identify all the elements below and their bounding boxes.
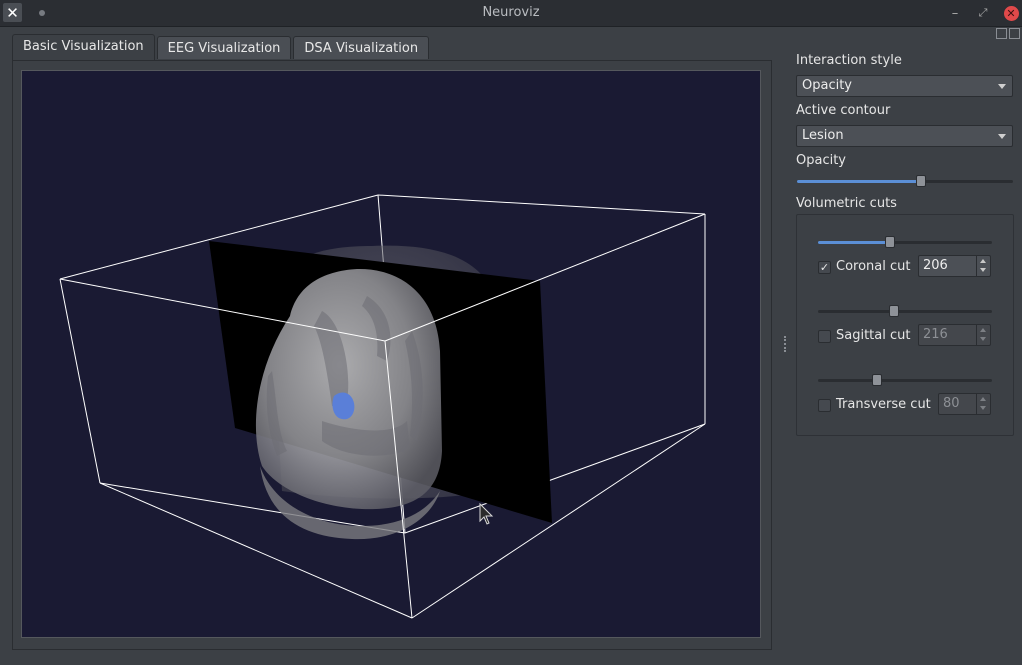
spin-up-icon[interactable] [980,259,986,263]
coronal-cut-checkbox[interactable]: ✓ [818,261,831,274]
chevron-down-icon [998,84,1006,89]
splitter-handle[interactable] [784,336,788,352]
tab-basic-visualization[interactable]: Basic Visualization [12,34,155,60]
maximize-button[interactable]: ⤢ [974,4,992,22]
title-bar: ✕ Neuroviz – ⤢ ✕ [0,0,1022,27]
active-contour-value: Lesion [802,128,844,143]
volume-render [59,194,706,619]
sagittal-cut-slider[interactable] [818,304,992,318]
transverse-cut-spinbox[interactable]: 80 [938,393,991,415]
volumetric-cuts-label: Volumetric cuts [796,196,897,211]
transverse-cut-value: 80 [943,396,960,411]
slider-handle[interactable] [889,305,899,317]
dock-float-icon[interactable] [996,28,1007,39]
dock-controls [996,28,1020,39]
slider-handle[interactable] [885,236,895,248]
active-contour-select[interactable]: Lesion [796,125,1013,147]
tab-bar: Basic Visualization EEG Visualization DS… [12,34,431,60]
interaction-style-label: Interaction style [796,53,902,68]
transverse-cut-label: Transverse cut [836,397,931,412]
coronal-cut-label: Coronal cut [836,259,911,274]
slider-handle[interactable] [872,374,882,386]
window-title: Neuroviz [482,5,540,20]
volumetric-cuts-group: ✓ Coronal cut 206 Sagittal cut 216 Trans… [796,214,1014,436]
spin-down-icon[interactable] [980,337,986,341]
sagittal-cut-checkbox[interactable] [818,330,831,343]
spin-up-icon[interactable] [980,328,986,332]
render-viewport[interactable] [21,70,761,638]
sagittal-cut-spinbox[interactable]: 216 [918,324,991,346]
opacity-slider[interactable] [797,174,1013,188]
spin-up-icon[interactable] [980,397,986,401]
interaction-style-select[interactable]: Opacity [796,75,1013,97]
spin-down-icon[interactable] [980,406,986,410]
sagittal-cut-value: 216 [923,327,948,342]
coronal-cut-value: 206 [923,258,948,273]
interaction-style-value: Opacity [802,78,853,93]
close-button[interactable]: ✕ [1002,4,1020,22]
coronal-cut-spinbox[interactable]: 206 [918,255,991,277]
close-icon: ✕ [1003,5,1019,21]
chevron-down-icon [998,134,1006,139]
mouse-cursor-icon [479,503,494,525]
tab-eeg-visualization[interactable]: EEG Visualization [156,36,292,59]
tab-dsa-visualization[interactable]: DSA Visualization [293,36,430,59]
dock-close-icon[interactable] [1009,28,1020,39]
spin-down-icon[interactable] [980,268,986,272]
minimize-button[interactable]: – [946,4,964,22]
sagittal-cut-label: Sagittal cut [836,328,911,343]
coronal-cut-slider[interactable] [818,235,992,249]
transverse-cut-checkbox[interactable] [818,399,831,412]
active-contour-label: Active contour [796,103,891,118]
opacity-label: Opacity [796,153,847,168]
transverse-cut-slider[interactable] [818,373,992,387]
slider-handle[interactable] [916,175,926,187]
